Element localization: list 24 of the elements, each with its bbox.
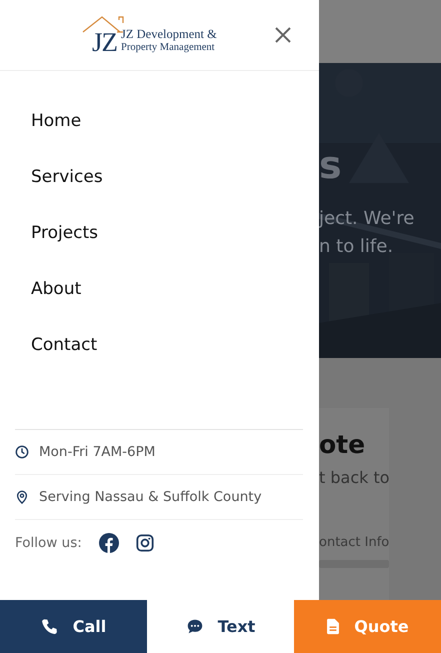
logo-monogram: JZ xyxy=(92,28,117,56)
nav-link[interactable]: About xyxy=(0,261,82,317)
card-text: t back to xyxy=(319,468,389,487)
hero-text: n to life. xyxy=(319,235,394,259)
nav-link[interactable]: Services xyxy=(0,149,103,205)
clock-icon xyxy=(15,445,29,459)
call-button[interactable]: Call xyxy=(0,600,147,653)
nav-link[interactable]: Home xyxy=(0,93,82,149)
close-button[interactable] xyxy=(274,26,292,44)
logo-subtitle: Property Management xyxy=(121,41,216,54)
hero-text: ject. We're xyxy=(319,207,416,231)
step-label: ontact Info xyxy=(319,535,389,550)
contact-info-text: Mon-Fri 7AM-6PM xyxy=(39,444,156,460)
contact-info-text: Serving Nassau & Suffolk County xyxy=(39,489,262,505)
logo-title: JZ Development & xyxy=(121,26,217,40)
phone-icon xyxy=(40,618,59,636)
chat-bubble-icon xyxy=(186,618,204,636)
nav-link[interactable]: Projects xyxy=(0,205,98,261)
follow-label: Follow us: xyxy=(15,535,82,551)
nav-link[interactable]: Contact xyxy=(0,317,98,373)
location-pin-icon xyxy=(15,490,29,504)
hero-heading: s xyxy=(319,143,343,187)
document-icon xyxy=(326,618,340,635)
card-title: ote xyxy=(319,430,366,460)
